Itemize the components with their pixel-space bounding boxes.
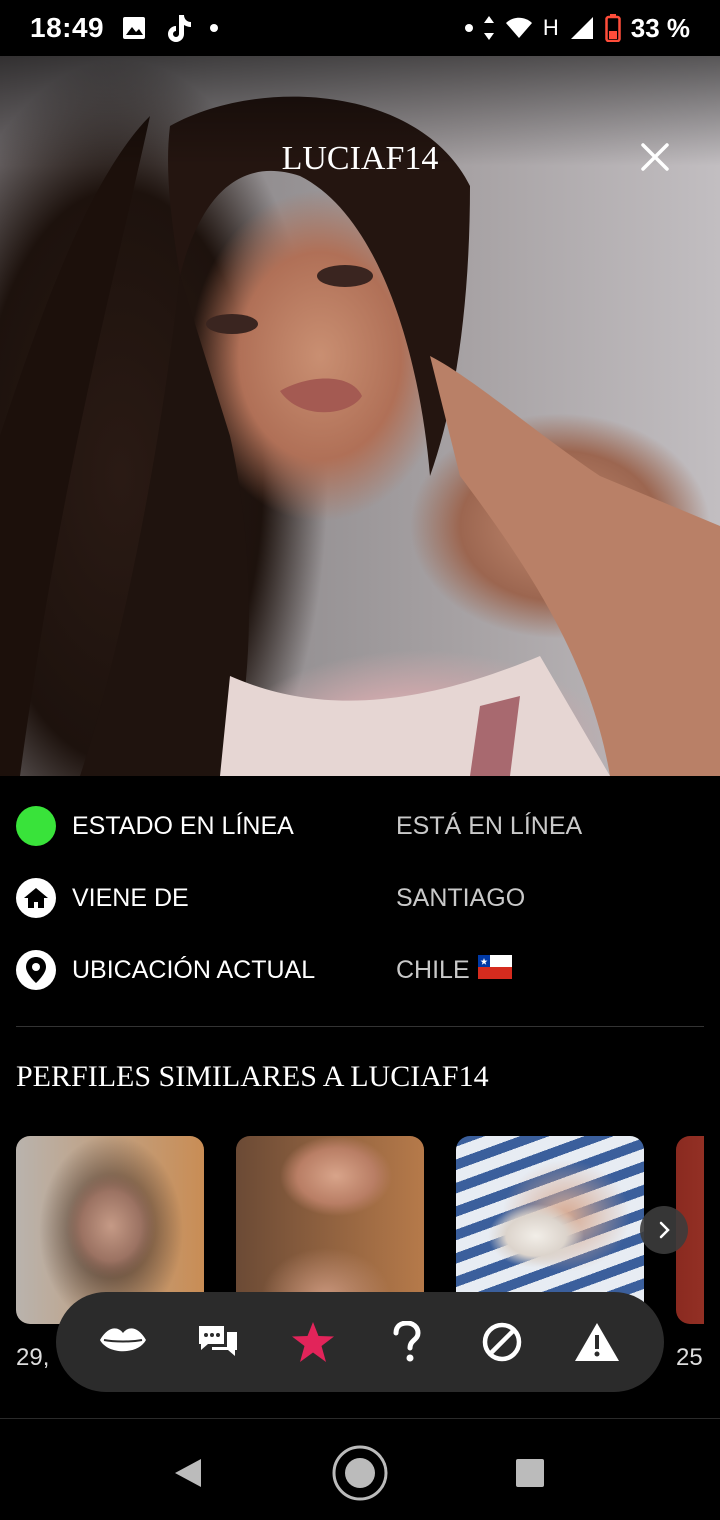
similar-profile-age: 29, <box>16 1344 50 1371</box>
battery-icon <box>604 14 621 42</box>
close-icon[interactable] <box>638 140 672 174</box>
back-icon[interactable] <box>160 1445 216 1501</box>
wifi-icon <box>505 16 533 40</box>
info-value: SANTIAGO <box>396 883 526 912</box>
home-circle-icon[interactable] <box>332 1445 388 1501</box>
info-label: UBICACIÓN ACTUAL <box>72 955 316 984</box>
info-row-status: ESTADO EN LÍNEA ESTÁ EN LÍNEA <box>16 790 704 862</box>
info-label: ESTADO EN LÍNEA <box>72 811 294 840</box>
tiktok-icon <box>164 13 192 43</box>
network-type: H <box>542 15 559 40</box>
info-row-location: UBICACIÓN ACTUAL CHILE <box>16 934 704 1006</box>
signal-icon <box>569 15 595 41</box>
divider <box>16 1026 704 1027</box>
chile-flag-icon <box>477 954 512 986</box>
profile-photo[interactable]: LUCIAF14 <box>0 56 720 776</box>
report-warning-icon[interactable] <box>567 1312 627 1372</box>
data-arrows-icon <box>483 15 495 41</box>
info-value-container: CHILE <box>396 954 512 986</box>
info-value: CHILE <box>396 955 470 984</box>
info-label: VIENE DE <box>72 883 189 912</box>
system-navigation-bar <box>0 1418 720 1520</box>
carousel-next-button[interactable] <box>640 1206 688 1254</box>
profile-action-bar <box>56 1292 664 1392</box>
chat-icon[interactable] <box>188 1312 248 1372</box>
battery-percent: 33 % <box>630 12 690 43</box>
location-pin-icon <box>16 950 56 990</box>
help-icon[interactable] <box>377 1312 437 1372</box>
info-row-origin: VIENE DE SANTIAGO <box>16 862 704 934</box>
profile-username: LUCIAF14 <box>281 140 439 177</box>
profile-info: ESTADO EN LÍNEA ESTÁ EN LÍNEA VIENE DE S… <box>16 790 704 1006</box>
kiss-icon[interactable] <box>93 1312 153 1372</box>
notification-dot-icon <box>464 24 473 32</box>
similar-profiles-title: PERFILES SIMILARES A LUCIAF14 <box>16 1060 489 1093</box>
status-bar: 18:49 H 33 % <box>0 0 720 56</box>
status-time: 18:49 <box>30 12 105 43</box>
favorite-star-icon[interactable] <box>283 1312 343 1372</box>
notification-dot-icon <box>210 24 219 32</box>
home-icon <box>16 878 56 918</box>
similar-profile-age: 25 <box>676 1344 703 1371</box>
online-status-icon <box>16 806 56 846</box>
info-value: ESTÁ EN LÍNEA <box>396 811 583 840</box>
recents-icon[interactable] <box>502 1445 558 1501</box>
block-icon[interactable] <box>472 1312 532 1372</box>
image-icon <box>122 16 146 40</box>
chevron-right-icon <box>659 1221 670 1239</box>
